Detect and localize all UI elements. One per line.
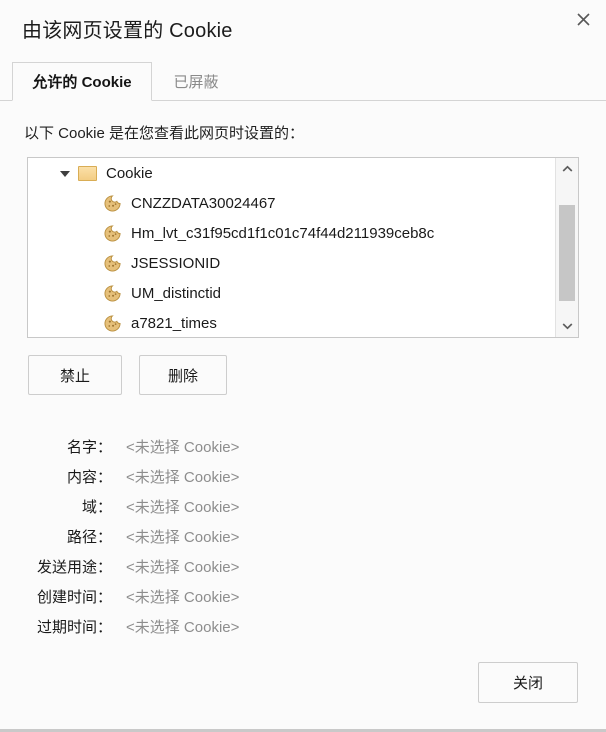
- detail-label-domain: 域：: [81, 498, 112, 516]
- list-item[interactable]: JSESSIONID: [28, 248, 555, 278]
- chevron-down-icon[interactable]: [59, 166, 73, 180]
- block-button-label: 禁止: [59, 367, 90, 385]
- list-item-label: UM_distinctid: [131, 284, 222, 302]
- cookie-icon: [104, 284, 121, 301]
- detail-row-domain: 域： <未选择 Cookie>: [0, 491, 606, 521]
- cookie-icon: [104, 254, 121, 271]
- list-item-label: a7821_times: [131, 314, 217, 332]
- close-button-label: 关闭: [512, 675, 543, 692]
- detail-label-name: 名字：: [66, 438, 112, 456]
- detail-row-created: 创建时间： <未选择 Cookie>: [0, 581, 606, 611]
- cookie-list-scrollbar[interactable]: [555, 158, 578, 337]
- detail-value-name: <未选择 Cookie>: [126, 438, 240, 456]
- list-item-label: JSESSIONID: [131, 254, 221, 272]
- list-item[interactable]: CNZZDATA30024467: [28, 188, 555, 218]
- tree-root-label: Cookie: [106, 164, 153, 182]
- list-item-label: CNZZDATA30024467: [131, 194, 276, 212]
- detail-row-expires: 过期时间： <未选择 Cookie>: [0, 611, 606, 641]
- cookie-tree: Cookie CNZZDATA30024467 Hm_lvt_c31f95cd1…: [28, 158, 555, 337]
- block-button[interactable]: 禁止: [28, 355, 122, 395]
- cookie-list-box[interactable]: Cookie CNZZDATA30024467 Hm_lvt_c31f95cd1…: [27, 157, 579, 338]
- detail-value-expires: <未选择 Cookie>: [126, 618, 240, 636]
- cookie-details-panel: 名字： <未选择 Cookie> 内容： <未选择 Cookie> 域： <未选…: [0, 431, 606, 641]
- detail-label-path: 路径：: [66, 528, 112, 546]
- cookie-icon: [104, 194, 121, 211]
- detail-label-created: 创建时间：: [36, 588, 112, 606]
- cookie-icon: [104, 314, 121, 331]
- detail-value-send-for: <未选择 Cookie>: [126, 558, 240, 576]
- detail-row-name: 名字： <未选择 Cookie>: [0, 431, 606, 461]
- list-item-label: Hm_lvt_c31f95cd1f1c01c74f44d211939ceb8c: [131, 224, 435, 242]
- chevron-down-icon[interactable]: [556, 315, 578, 337]
- remove-button[interactable]: 删除: [139, 355, 227, 395]
- cookie-icon: [104, 224, 121, 241]
- close-icon[interactable]: [568, 5, 598, 33]
- folder-icon: [78, 165, 97, 181]
- description-text: 以下 Cookie 是在您查看此网页时设置的：: [24, 125, 305, 142]
- list-item[interactable]: UM_distinctid: [28, 278, 555, 308]
- detail-row-content: 内容： <未选择 Cookie>: [0, 461, 606, 491]
- list-item[interactable]: a7821_times: [28, 308, 555, 337]
- tab-blocked-label: 已屏蔽: [173, 74, 219, 91]
- tree-root-row[interactable]: Cookie: [28, 158, 555, 188]
- close-button[interactable]: 关闭: [478, 662, 578, 703]
- remove-button-label: 删除: [167, 367, 198, 385]
- tab-allowed-cookies[interactable]: 允许的 Cookie: [12, 62, 152, 101]
- detail-value-content: <未选择 Cookie>: [126, 468, 240, 486]
- detail-label-content: 内容：: [66, 468, 112, 486]
- detail-row-send-for: 发送用途： <未选择 Cookie>: [0, 551, 606, 581]
- scrollbar-thumb[interactable]: [559, 205, 575, 301]
- tab-allowed-cookies-label: 允许的 Cookie: [32, 74, 132, 91]
- detail-value-created: <未选择 Cookie>: [126, 588, 240, 606]
- list-item[interactable]: Hm_lvt_c31f95cd1f1c01c74f44d211939ceb8c: [28, 218, 555, 248]
- detail-label-expires: 过期时间：: [36, 618, 112, 636]
- detail-value-path: <未选择 Cookie>: [126, 528, 240, 546]
- chevron-up-icon[interactable]: [556, 158, 578, 180]
- tab-strip: 允许的 Cookie 已屏蔽: [0, 62, 606, 101]
- detail-value-domain: <未选择 Cookie>: [126, 498, 240, 516]
- detail-label-send-for: 发送用途：: [36, 558, 112, 576]
- detail-row-path: 路径： <未选择 Cookie>: [0, 521, 606, 551]
- tab-blocked[interactable]: 已屏蔽: [153, 62, 239, 101]
- page-title: 由该网页设置的 Cookie: [22, 20, 233, 42]
